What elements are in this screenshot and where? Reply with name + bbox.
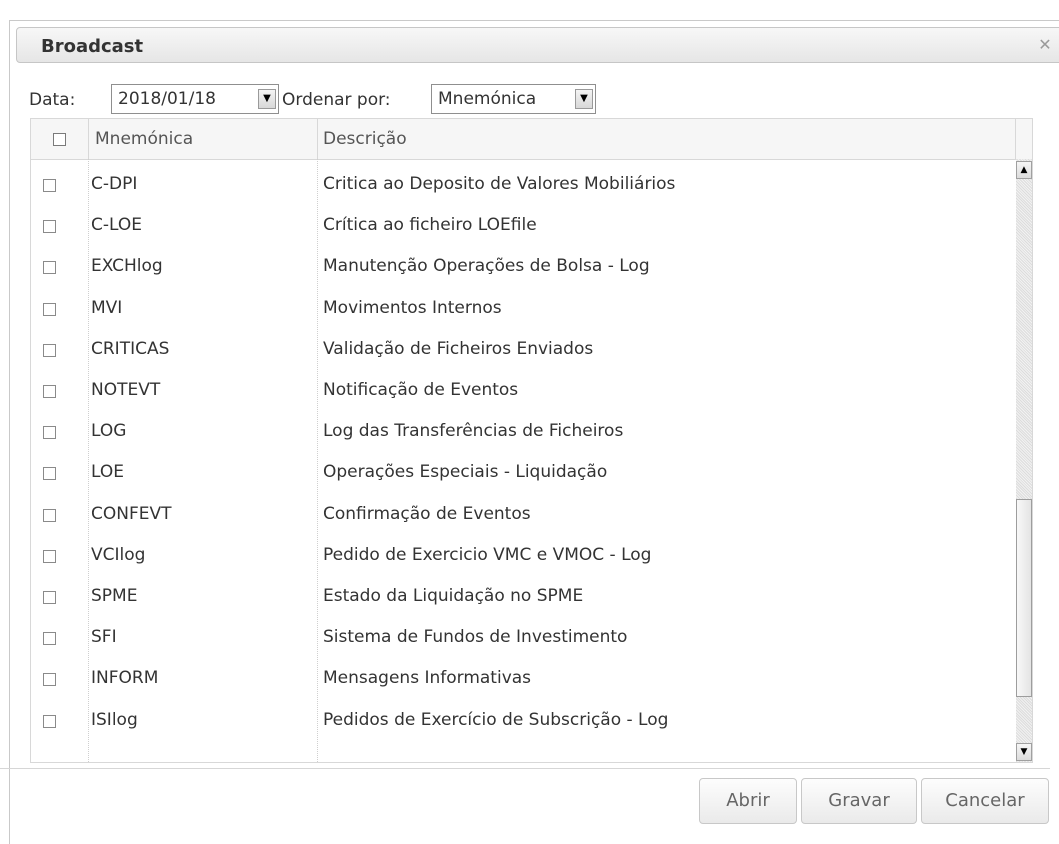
chevron-down-icon[interactable]: ▼ bbox=[575, 89, 593, 109]
row-mnemonic: LOG bbox=[91, 421, 127, 442]
open-button[interactable]: Abrir bbox=[699, 778, 797, 824]
row-description: Manutenção Operações de Bolsa - Log bbox=[323, 256, 650, 277]
row-mnemonic: LOE bbox=[91, 462, 124, 483]
date-value: 2018/01/18 bbox=[118, 89, 216, 109]
row-mnemonic: CRITICAS bbox=[91, 338, 170, 359]
row-description: Pedido de Exercicio VMC e VMOC - Log bbox=[323, 544, 652, 565]
table-row[interactable]: ISIlog Pedidos de Exercício de Subscrição… bbox=[31, 702, 1015, 743]
scrollbar-thumb[interactable] bbox=[1016, 499, 1032, 697]
header-divider bbox=[317, 119, 318, 159]
row-checkbox[interactable] bbox=[43, 426, 56, 440]
table-row[interactable]: EXCHlog Manutenção Operações de Bolsa - L… bbox=[31, 248, 1015, 289]
order-value: Mnemónica bbox=[438, 89, 537, 109]
row-checkbox[interactable] bbox=[43, 302, 56, 316]
row-mnemonic: VCIlog bbox=[91, 544, 146, 565]
table-row[interactable]: CRITICAS Validação de Ficheiros Enviados bbox=[31, 331, 1015, 372]
scroll-up-icon[interactable]: ▲ bbox=[1016, 161, 1032, 179]
row-description: Sistema de Fundos de Investimento bbox=[323, 627, 628, 648]
table-row[interactable]: SPME Estado da Liquidação no SPME bbox=[31, 578, 1015, 619]
select-all-checkbox[interactable] bbox=[53, 133, 66, 146]
broadcast-grid: Mnemónica Descrição C-DPI Critica ao Depo… bbox=[30, 118, 1033, 763]
row-mnemonic: NOTEVT bbox=[91, 380, 161, 400]
table-row[interactable]: LOE Operações Especiais - Liquidação bbox=[31, 454, 1015, 495]
row-checkbox[interactable] bbox=[43, 179, 56, 192]
order-label: Ordenar por: bbox=[282, 90, 391, 110]
row-description: Estado da Liquidação no SPME bbox=[323, 586, 584, 606]
row-mnemonic: SPME bbox=[91, 586, 138, 606]
row-mnemonic: EXCHlog bbox=[91, 256, 163, 277]
row-checkbox[interactable] bbox=[43, 385, 56, 398]
table-row[interactable]: LOG Log das Transferências de Ficheiros bbox=[31, 413, 1015, 454]
row-checkbox[interactable] bbox=[43, 632, 56, 646]
table-row[interactable]: CONFEVT Confirmação de Eventos bbox=[31, 496, 1015, 537]
row-description: Operações Especiais - Liquidação bbox=[323, 462, 608, 483]
row-description: Movimentos Internos bbox=[323, 297, 502, 318]
row-mnemonic: C-LOE bbox=[91, 215, 142, 236]
header-divider bbox=[1015, 119, 1016, 159]
table-row[interactable]: SFI Sistema de Fundos de Investimento bbox=[31, 619, 1015, 660]
row-description: Notificação de Eventos bbox=[323, 380, 519, 400]
table-row[interactable]: MVI Movimentos Internos bbox=[31, 290, 1015, 331]
row-description: Crítica ao ficheiro LOEfile bbox=[323, 215, 537, 236]
table-row[interactable]: NOTEVT Notificação de Eventos bbox=[31, 372, 1015, 413]
row-checkbox[interactable] bbox=[43, 673, 56, 687]
row-mnemonic: ISIlog bbox=[91, 709, 138, 730]
row-description: Pedidos de Exercício de Subscrição - Log bbox=[323, 709, 669, 730]
row-checkbox[interactable] bbox=[43, 714, 56, 728]
row-mnemonic: C-DPI bbox=[91, 174, 138, 194]
cancel-button[interactable]: Cancelar bbox=[921, 778, 1049, 824]
row-description: Mensagens Informativas bbox=[323, 668, 532, 689]
grid-header: Mnemónica Descrição bbox=[31, 119, 1032, 160]
date-label: Data: bbox=[29, 90, 76, 110]
row-mnemonic: MVI bbox=[91, 297, 123, 318]
header-divider bbox=[88, 119, 89, 159]
row-checkbox[interactable] bbox=[43, 467, 56, 481]
row-checkbox[interactable] bbox=[43, 591, 56, 604]
table-row[interactable]: C-DPI Critica ao Deposito de Valores Mobi… bbox=[31, 166, 1015, 207]
row-description: Confirmação de Eventos bbox=[323, 503, 531, 524]
save-button[interactable]: Gravar bbox=[801, 778, 917, 824]
row-checkbox[interactable] bbox=[43, 343, 56, 357]
order-select[interactable]: Mnemónica ▼ bbox=[431, 84, 596, 114]
table-row[interactable]: INFORM Mensagens Informativas bbox=[31, 660, 1015, 701]
row-description: Log das Transferências de Ficheiros bbox=[323, 421, 624, 442]
row-mnemonic: CONFEVT bbox=[91, 503, 172, 524]
header-mnemonic[interactable]: Mnemónica bbox=[95, 119, 193, 159]
row-description: Validação de Ficheiros Enviados bbox=[323, 338, 594, 359]
table-row[interactable]: C-LOE Crítica ao ficheiro LOEfile bbox=[31, 207, 1015, 248]
row-checkbox[interactable] bbox=[43, 220, 56, 234]
chevron-down-icon[interactable]: ▼ bbox=[258, 89, 276, 109]
row-mnemonic: INFORM bbox=[91, 668, 159, 689]
vertical-scrollbar[interactable]: ▲ ▼ bbox=[1016, 159, 1032, 762]
row-description: Critica ao Deposito de Valores Mobiliári… bbox=[323, 174, 676, 194]
dialog-title: Broadcast bbox=[41, 36, 144, 57]
row-checkbox[interactable] bbox=[43, 261, 56, 275]
row-checkbox[interactable] bbox=[43, 508, 56, 522]
header-description[interactable]: Descrição bbox=[323, 119, 407, 159]
date-select[interactable]: 2018/01/18 ▼ bbox=[111, 84, 279, 114]
table-row[interactable]: VCIlog Pedido de Exercicio VMC e VMOC - L… bbox=[31, 537, 1015, 578]
scroll-down-icon[interactable]: ▼ bbox=[1016, 743, 1032, 761]
row-mnemonic: SFI bbox=[91, 627, 117, 648]
dialog-titlebar[interactable]: Broadcast ✕ bbox=[16, 27, 1059, 63]
close-icon[interactable]: ✕ bbox=[1035, 35, 1055, 55]
row-checkbox[interactable] bbox=[43, 549, 56, 563]
footer-divider bbox=[0, 768, 1050, 769]
